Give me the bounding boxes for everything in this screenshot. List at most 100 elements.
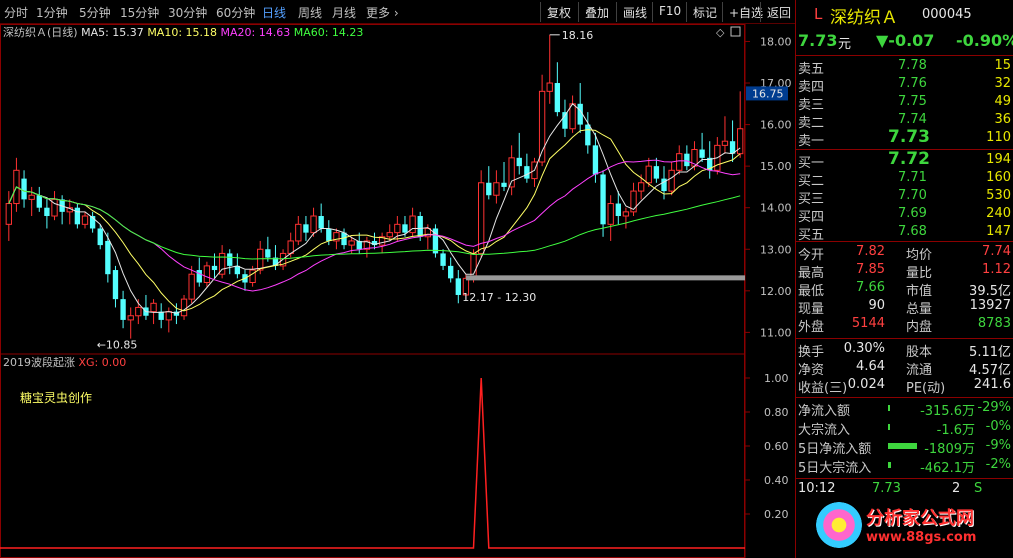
period-tab-3[interactable]: 15分钟 (120, 4, 159, 21)
period-tab-9[interactable]: 更多 › (366, 4, 399, 21)
fund-value: 5.11亿 (969, 345, 1011, 360)
y-tick-label: 16.00 (760, 119, 792, 132)
ma-line-20 (8, 159, 741, 292)
bid-price-4: 7.68 (898, 224, 927, 239)
toolbar-button-0[interactable]: 复权 (540, 2, 577, 22)
candle-body (318, 216, 324, 229)
bid-label-2: 买三 (798, 192, 825, 207)
stat-label: 内盘 (906, 320, 933, 335)
stat-label: 最高 (798, 266, 825, 281)
fund-label: PE(动) (906, 381, 946, 396)
candle-body (203, 265, 211, 284)
candle-body (97, 228, 103, 246)
candle-body (81, 215, 89, 225)
candle-body (165, 311, 172, 321)
candle-body (607, 203, 614, 225)
fund-label: 换手 (798, 345, 825, 360)
candle-body (653, 166, 660, 179)
ask-label-1: 卖四 (798, 80, 825, 95)
fund-label: 流通 (906, 363, 933, 378)
stat-label: 均价 (906, 248, 933, 263)
chart-area[interactable]: 深纺织Ａ(日线) MA5: 15.37 MA10: 15.18 MA20: 14… (0, 24, 795, 558)
toolbar-button-2[interactable]: 画线 (616, 2, 653, 22)
toolbar-button-1[interactable]: 叠加 (578, 2, 615, 22)
ask-label-3: 卖二 (798, 116, 825, 131)
price-unit: 元 (838, 37, 852, 52)
chart-frame (0, 24, 745, 558)
divider (796, 55, 1013, 56)
stock-name: 深纺织Ａ (830, 8, 898, 28)
candle-body (600, 174, 606, 225)
candle-body (668, 169, 675, 192)
ask-price-4: 7.73 (888, 127, 930, 147)
candle-body (135, 306, 142, 317)
bid-price-2: 7.70 (898, 188, 927, 203)
candle-body (265, 249, 271, 258)
indicator-author-note: 糖宝灵虫创作 (20, 390, 92, 405)
toolbar-button-3[interactable]: F10 (652, 2, 687, 22)
maximize-icon[interactable] (730, 26, 741, 37)
ma-legend-item-0: MA5: 15.37 (81, 26, 147, 39)
flow-bar (888, 462, 891, 468)
indicator-y-tick: 0.80 (764, 406, 789, 419)
y-tick-label: 14.00 (760, 202, 792, 215)
quote-prefix: L (814, 5, 823, 23)
candle-body (637, 182, 645, 192)
tick-side: S (974, 481, 983, 496)
bid-vol-1: 160 (986, 170, 1011, 185)
flow-value: -462.1万 (920, 461, 975, 476)
candle-body (508, 157, 515, 188)
toolbar-button-6[interactable]: 返回 (760, 2, 797, 22)
period-tab-2[interactable]: 5分钟 (79, 4, 111, 21)
tick-time: 10:12 (798, 481, 836, 496)
period-tab-0[interactable]: 分时 (4, 4, 28, 21)
candle-body (150, 302, 157, 313)
period-tab-4[interactable]: 30分钟 (168, 4, 207, 21)
period-tab-6[interactable]: 日线 (262, 4, 286, 21)
candle-body (622, 211, 630, 217)
chart-title: 深纺织Ａ(日线) (3, 25, 81, 39)
stat-value: 1.12 (982, 262, 1011, 277)
kline-chart-svg[interactable]: 深纺织Ａ(日线) MA5: 15.37 MA10: 15.18 MA20: 14… (0, 24, 795, 558)
flow-label: 净流入额 (798, 404, 851, 419)
ma-legend: 深纺织Ａ(日线) MA5: 15.37 MA10: 15.18 MA20: 14… (3, 25, 363, 39)
candle-body (676, 153, 683, 171)
candle-body (196, 270, 202, 283)
period-tab-8[interactable]: 月线 (332, 4, 356, 21)
flow-value: -315.6万 (920, 404, 975, 419)
range-annotation: 12.17 - 12.30 (462, 291, 536, 304)
quote-panel: L 深纺织Ａ 000045 7.73 元 ▼-0.07 -0.90% 卖五 7.78 15 卖四 7.… (795, 0, 1013, 558)
flow-pct: -29% (977, 400, 1011, 415)
period-tab-7[interactable]: 周线 (298, 4, 322, 21)
fund-value: 241.6 (973, 377, 1011, 392)
ma-line-10 (8, 129, 741, 312)
ask-price-3: 7.74 (898, 112, 927, 127)
flow-bar (888, 424, 890, 430)
bid-price-3: 7.69 (898, 206, 927, 221)
bid-vol-0: 194 (986, 152, 1011, 167)
flower-logo-icon (816, 502, 862, 548)
candle-body (249, 269, 256, 284)
candle-body (105, 240, 111, 275)
ask-vol-2: 49 (994, 94, 1011, 109)
y-tick-label: 11.00 (760, 326, 792, 339)
candle-body (554, 83, 561, 113)
tick-vol: 2 (952, 481, 961, 496)
period-tab-1[interactable]: 1分钟 (36, 4, 68, 21)
candle-body (721, 140, 729, 146)
period-tab-5[interactable]: 60分钟 (216, 4, 255, 21)
ma-legend-item-1: MA10: 15.18 (147, 26, 220, 39)
candle-body (546, 82, 553, 92)
diamond-icon[interactable]: ◇ (716, 26, 725, 39)
stat-label: 外盘 (798, 320, 825, 335)
fund-label: 净资 (798, 363, 825, 378)
y-tick-label: 13.00 (760, 243, 792, 256)
flow-pct: -2% (985, 457, 1011, 472)
toolbar-button-4[interactable]: 标记 (686, 2, 723, 22)
support-band (465, 275, 745, 281)
stock-code: 000045 (922, 7, 972, 22)
flow-bar (888, 443, 917, 449)
stat-label: 量比 (906, 266, 933, 281)
candle-body (28, 194, 35, 200)
stat-value: 7.85 (856, 262, 885, 277)
